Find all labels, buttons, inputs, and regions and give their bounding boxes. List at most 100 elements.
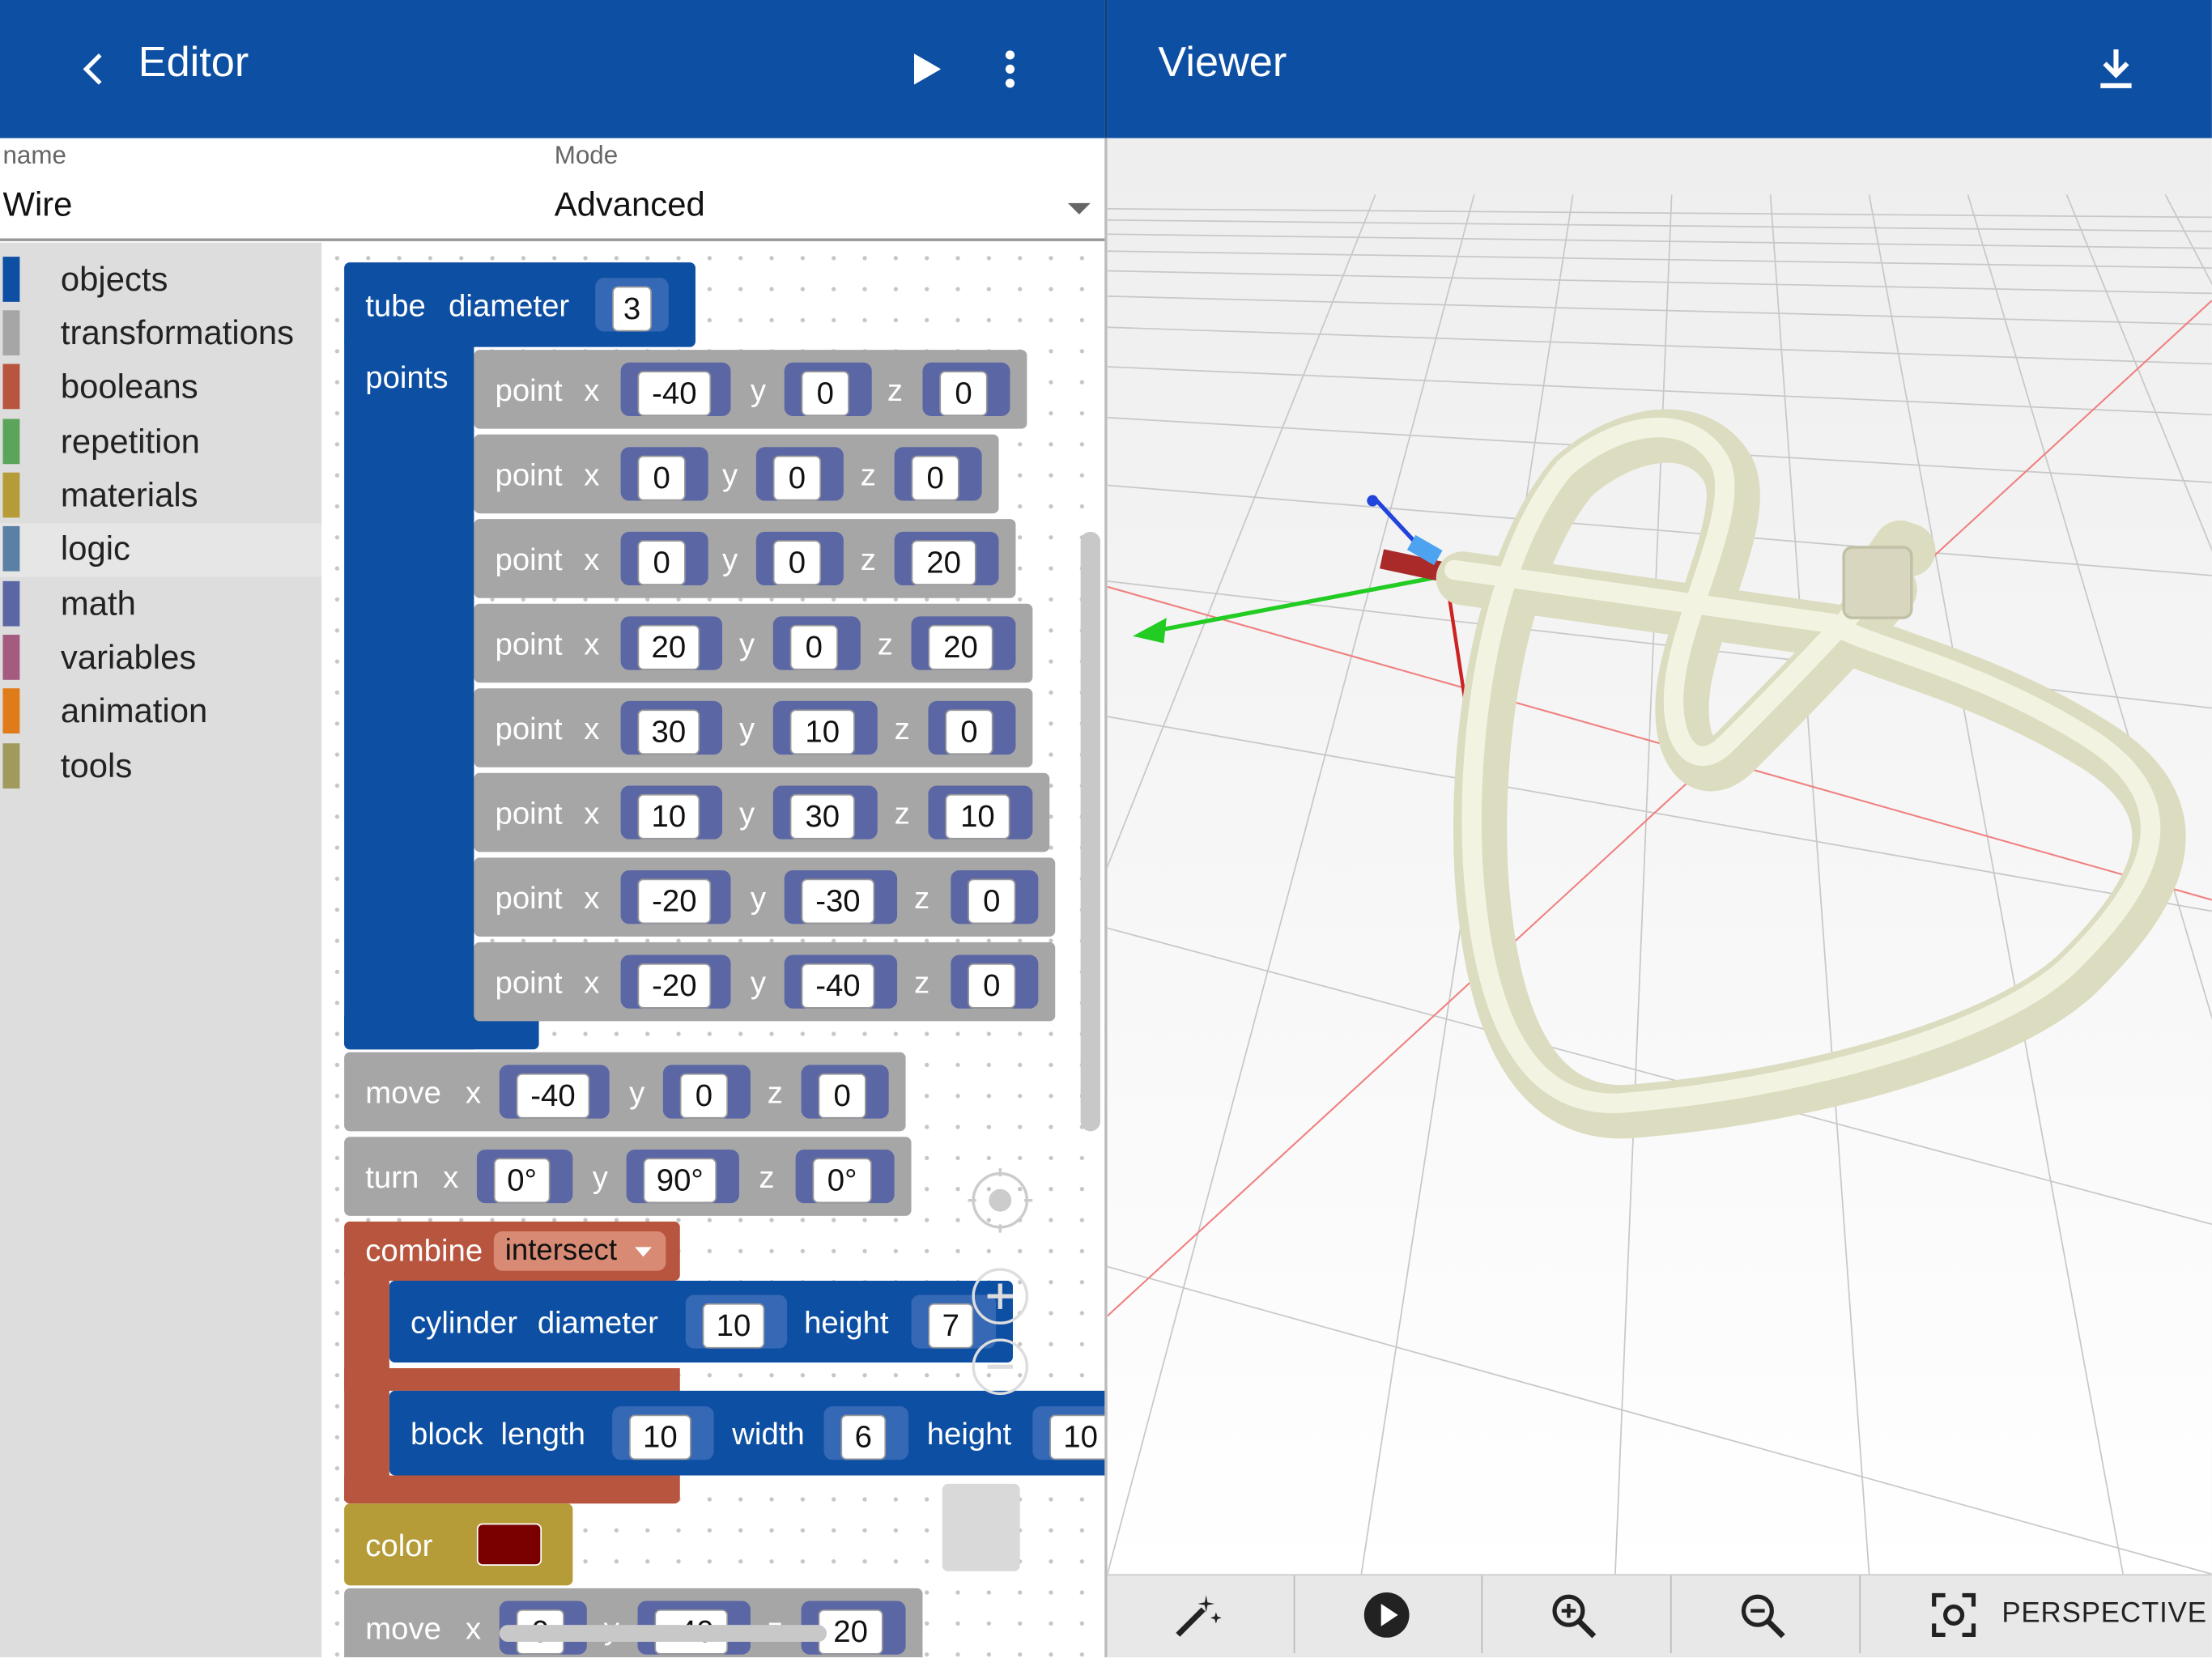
y-input[interactable]: 30 bbox=[789, 793, 855, 840]
point-block[interactable]: point x 0 y 0 z 0 bbox=[474, 434, 999, 514]
dropdown-arrow-icon[interactable] bbox=[1066, 202, 1091, 215]
x-input[interactable]: 0 bbox=[637, 540, 686, 586]
play-icon[interactable] bbox=[910, 51, 944, 87]
point-block[interactable]: point x -20 y -40 z 0 bbox=[474, 942, 1056, 1022]
download-icon[interactable] bbox=[2095, 45, 2137, 93]
zoom-out-workspace-icon[interactable] bbox=[968, 1334, 1032, 1399]
block-block[interactable]: block length 10 width 6 height 10 bbox=[389, 1390, 1108, 1476]
play-circle-icon[interactable] bbox=[1363, 1591, 1410, 1639]
z-input[interactable]: 0 bbox=[968, 963, 1016, 1009]
point-block[interactable]: point x 20 y 0 z 20 bbox=[474, 603, 1033, 683]
x-input[interactable]: -40 bbox=[637, 371, 712, 416]
x-label: x bbox=[584, 964, 600, 1001]
move-block[interactable]: move x -40 y 0 z 0 bbox=[344, 1052, 906, 1132]
perspective-button[interactable]: PERSPECTIVE bbox=[2001, 1598, 2207, 1630]
turn-block[interactable]: turn x 0° y 90° z 0° bbox=[344, 1137, 912, 1216]
vertical-scrollbar[interactable] bbox=[1080, 531, 1100, 1132]
block-height-label: height bbox=[926, 1416, 1012, 1452]
z-label: z bbox=[894, 795, 910, 831]
y-input[interactable]: -40 bbox=[801, 963, 875, 1009]
z-input[interactable]: 20 bbox=[911, 540, 976, 586]
turn-z-input[interactable]: 0° bbox=[812, 1158, 872, 1204]
category-variables[interactable]: variables bbox=[0, 632, 321, 686]
block-workspace[interactable]: tube diameter 3 points point x -40 y 0 z 0 poi… bbox=[321, 242, 1108, 1658]
point-block[interactable]: point x -20 y -30 z 0 bbox=[474, 857, 1056, 937]
x-input[interactable]: 0 bbox=[637, 455, 686, 501]
camera-focus-icon[interactable] bbox=[1931, 1592, 1976, 1638]
more-vert-icon[interactable] bbox=[999, 48, 1022, 90]
y-input[interactable]: 0 bbox=[772, 540, 822, 586]
horizontal-scrollbar[interactable] bbox=[499, 1625, 827, 1643]
combine-op-dropdown[interactable]: intersect bbox=[493, 1231, 666, 1271]
x-input[interactable]: 30 bbox=[637, 709, 700, 755]
point-block[interactable]: point x 0 y 0 z 20 bbox=[474, 519, 1016, 598]
scene-3d bbox=[1107, 138, 2212, 1575]
turn-y-input[interactable]: 90° bbox=[643, 1158, 717, 1204]
trash-can-icon[interactable] bbox=[942, 1483, 1020, 1571]
block-width-input[interactable]: 6 bbox=[840, 1414, 887, 1460]
color-swatch[interactable] bbox=[476, 1523, 542, 1566]
move2-z-input[interactable]: 20 bbox=[818, 1609, 883, 1655]
category-math[interactable]: math bbox=[0, 578, 321, 631]
category-materials[interactable]: materials bbox=[0, 470, 321, 523]
z-input[interactable]: 0 bbox=[911, 455, 959, 501]
x-input[interactable]: -20 bbox=[637, 963, 712, 1009]
point-block[interactable]: point x 10 y 30 z 10 bbox=[474, 772, 1050, 852]
cylinder-diameter-label: diameter bbox=[537, 1304, 658, 1341]
category-logic[interactable]: logic bbox=[0, 523, 322, 577]
zoom-in-icon[interactable] bbox=[1551, 1592, 1598, 1640]
category-booleans[interactable]: booleans bbox=[0, 361, 321, 414]
y-input[interactable]: 0 bbox=[772, 455, 822, 501]
x-input[interactable]: 10 bbox=[637, 793, 700, 840]
z-input[interactable]: 0 bbox=[939, 371, 988, 416]
color-block[interactable]: color bbox=[344, 1503, 573, 1586]
y-input[interactable]: 10 bbox=[789, 709, 855, 755]
name-input[interactable]: Wire bbox=[2, 186, 525, 226]
category-color-swatch bbox=[2, 635, 20, 680]
cylinder-block[interactable]: cylinder diameter 10 height 7 bbox=[389, 1281, 1013, 1363]
zoom-in-workspace-icon[interactable] bbox=[968, 1264, 1032, 1329]
y-label: y bbox=[750, 880, 767, 916]
z-input[interactable]: 0 bbox=[945, 709, 993, 755]
z-input[interactable]: 20 bbox=[928, 624, 993, 670]
tube-diameter-input[interactable]: 3 bbox=[612, 286, 652, 332]
x-input[interactable]: 20 bbox=[637, 624, 700, 670]
category-color-swatch bbox=[2, 472, 20, 518]
cylinder-diameter-input[interactable]: 10 bbox=[702, 1303, 765, 1349]
y-input[interactable]: 0 bbox=[801, 371, 849, 416]
cylinder-height-input[interactable]: 7 bbox=[928, 1303, 974, 1349]
move-x-input[interactable]: -40 bbox=[516, 1073, 590, 1119]
block-height-input[interactable]: 10 bbox=[1049, 1414, 1108, 1460]
category-objects[interactable]: objects bbox=[0, 254, 321, 308]
recenter-icon[interactable] bbox=[968, 1167, 1033, 1233]
category-animation[interactable]: animation bbox=[0, 686, 321, 739]
point-block[interactable]: point x 30 y 10 z 0 bbox=[474, 688, 1033, 767]
cylinder-label: cylinder bbox=[410, 1304, 518, 1341]
move-block-2[interactable]: movex0y-40z20 bbox=[344, 1588, 923, 1658]
z-input[interactable]: 0 bbox=[968, 878, 1016, 925]
cylinder-diameter-slot: 10 bbox=[685, 1295, 788, 1349]
point-block[interactable]: point x -40 y 0 z 0 bbox=[474, 350, 1027, 429]
category-tools[interactable]: tools bbox=[0, 741, 321, 794]
y-input[interactable]: 0 bbox=[789, 624, 838, 670]
mode-select[interactable]: Advanced bbox=[555, 186, 1062, 226]
turn-x-input[interactable]: 0° bbox=[493, 1158, 551, 1204]
category-sidebar: objects transformations booleans repetit… bbox=[0, 242, 322, 1658]
category-transformations[interactable]: transformations bbox=[0, 308, 321, 361]
point-label: point bbox=[495, 542, 563, 577]
category-repetition[interactable]: repetition bbox=[0, 416, 321, 470]
editor-title: Editor bbox=[138, 39, 249, 87]
y-input[interactable]: -30 bbox=[801, 878, 875, 925]
block-length-input[interactable]: 10 bbox=[629, 1414, 691, 1460]
move-y-input[interactable]: 0 bbox=[679, 1073, 729, 1119]
x-input[interactable]: -20 bbox=[637, 878, 712, 925]
category-color-swatch bbox=[2, 419, 20, 465]
z-input[interactable]: 10 bbox=[945, 793, 1010, 840]
back-arrow-icon[interactable] bbox=[78, 51, 112, 87]
y-label: y bbox=[722, 542, 738, 577]
move-z-input[interactable]: 0 bbox=[818, 1073, 866, 1119]
magic-wand-icon[interactable] bbox=[1172, 1592, 1223, 1640]
toolbar-cell-perspective[interactable]: PERSPECTIVE bbox=[1859, 1575, 2212, 1653]
zoom-out-icon[interactable] bbox=[1739, 1592, 1787, 1640]
viewer-canvas[interactable] bbox=[1107, 138, 2212, 1575]
